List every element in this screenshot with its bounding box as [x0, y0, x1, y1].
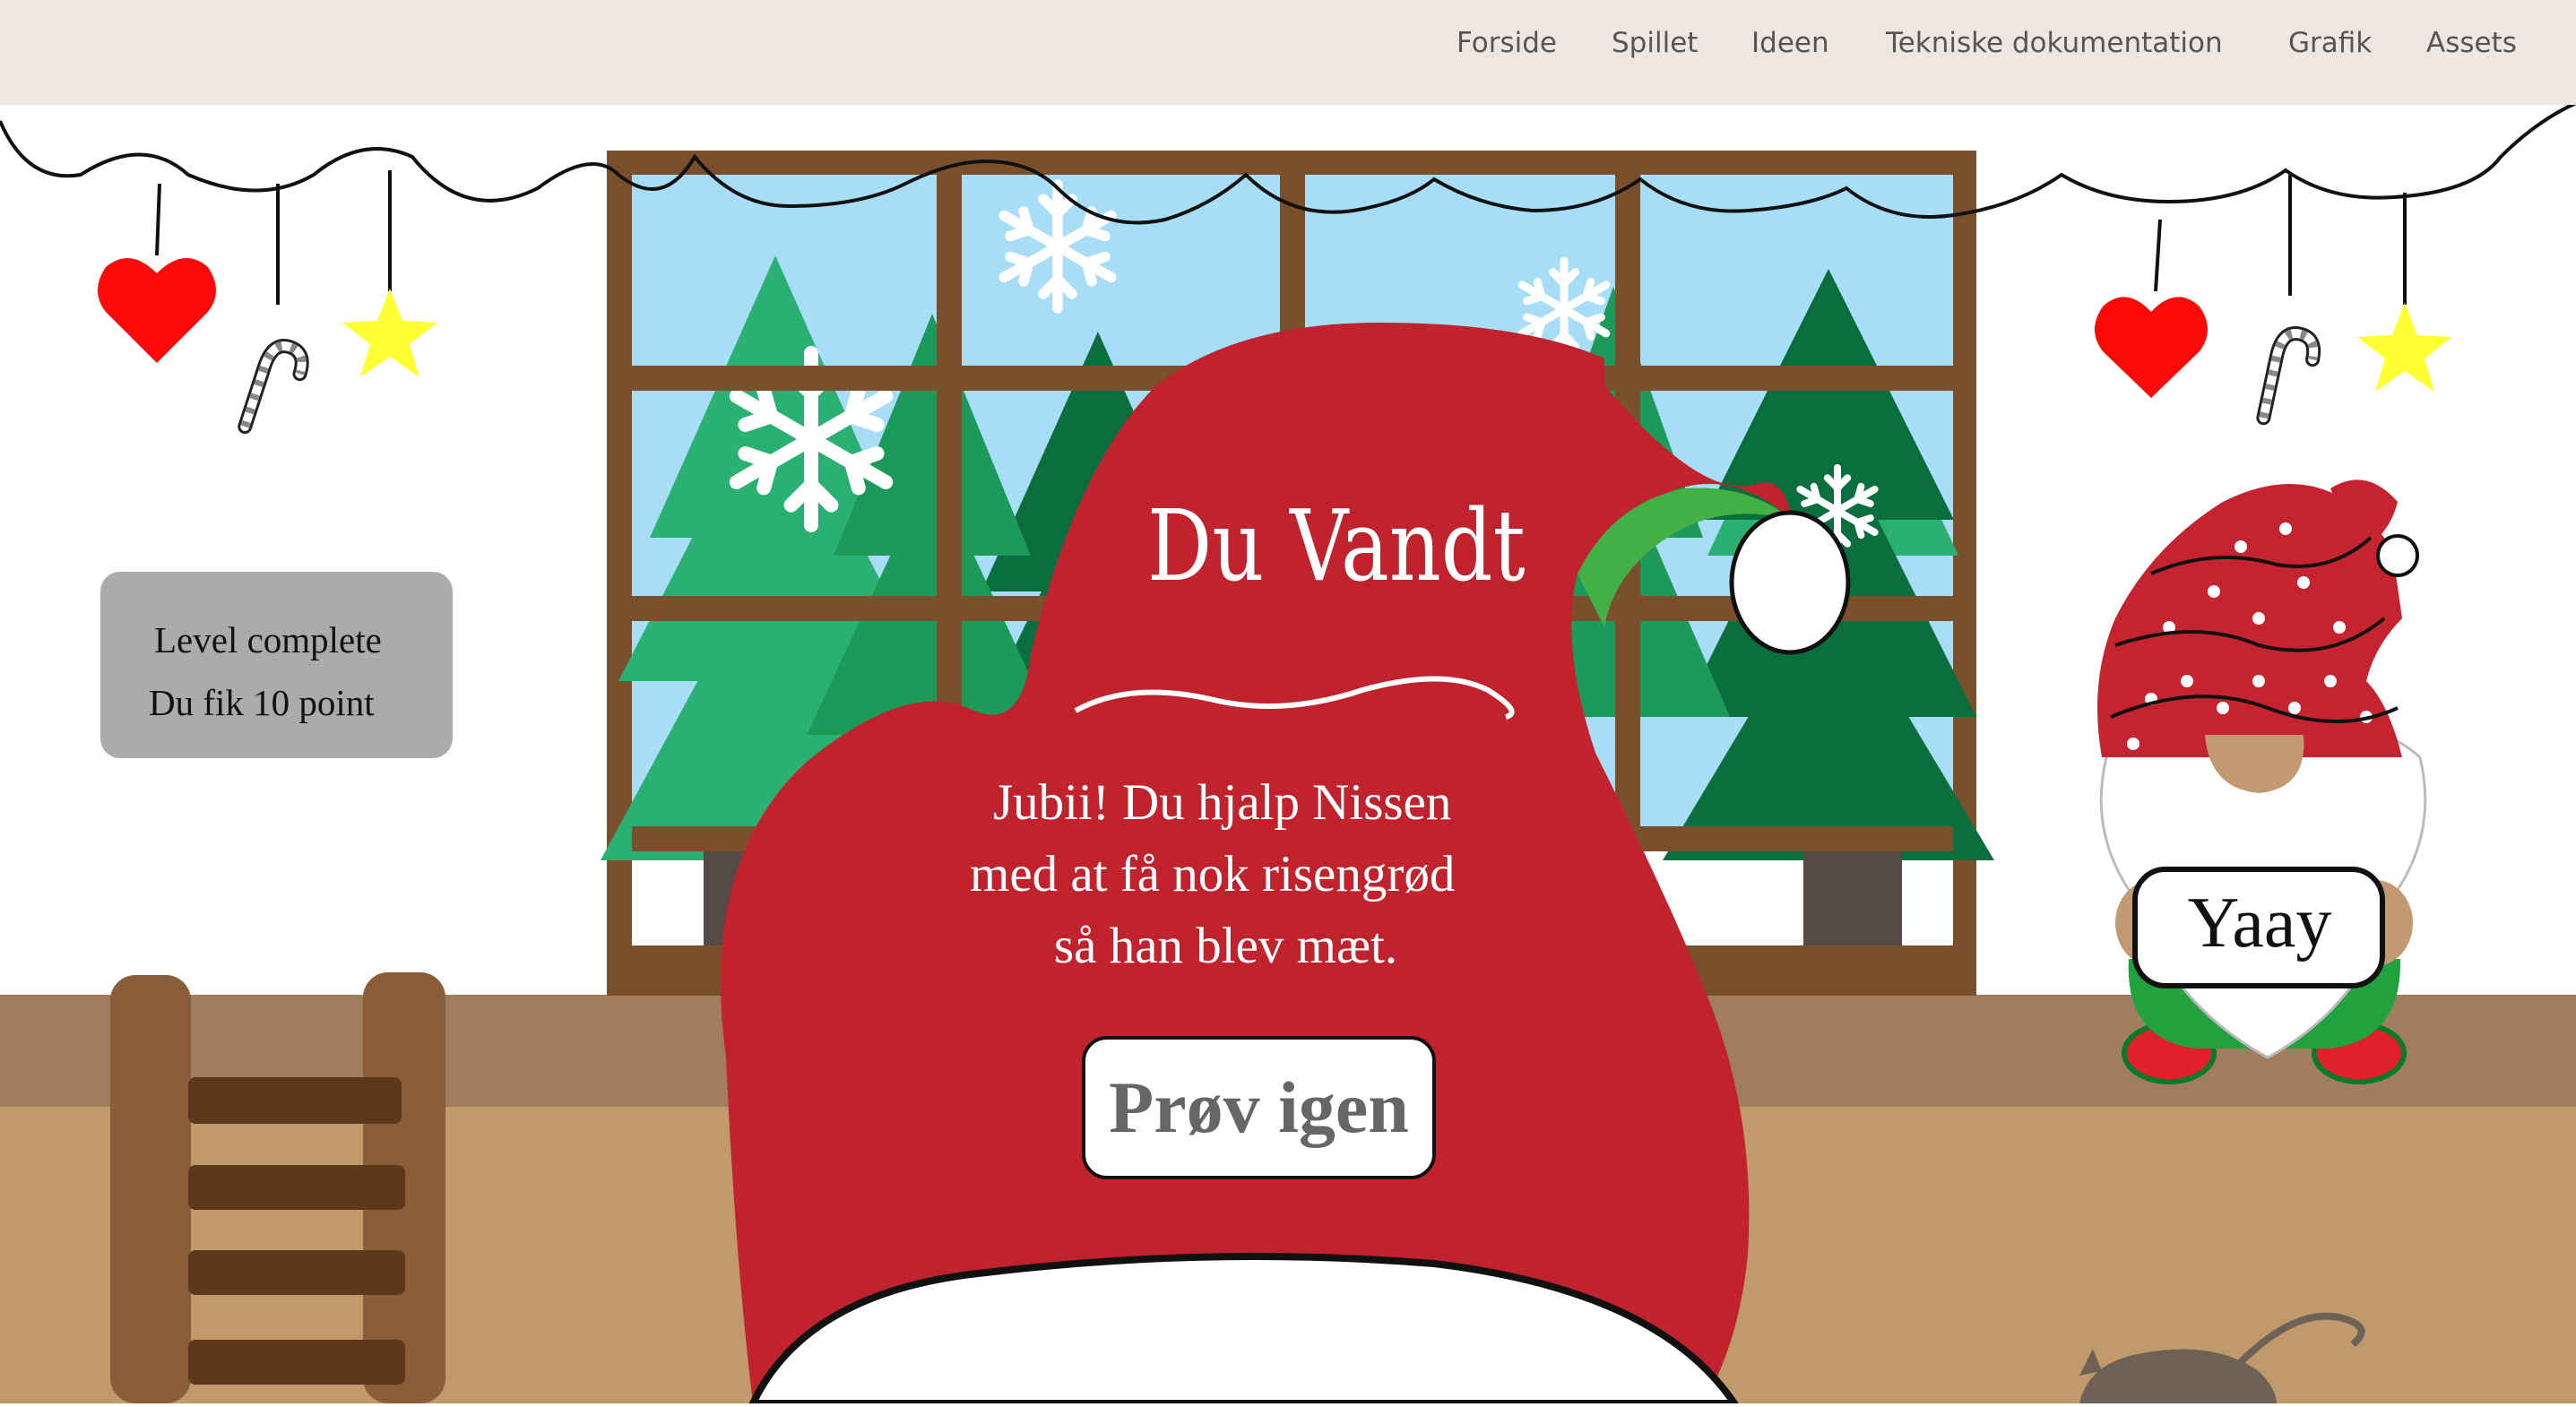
- star-icon: [2357, 303, 2452, 392]
- retry-button[interactable]: Prøv igen: [1082, 1036, 1436, 1179]
- ornaments-left: [98, 170, 437, 437]
- gnome-sign-text: Yaay: [2187, 884, 2332, 962]
- star-icon: [342, 289, 437, 377]
- win-message-line-1: Jubii! Du hjalp Nissen: [993, 774, 1452, 831]
- nav-link-spillet[interactable]: Spillet: [1612, 27, 1698, 59]
- score-panel: Level complete Du fik 10 point: [100, 572, 453, 758]
- ornaments-right: [2095, 175, 2452, 426]
- heart-icon: [2095, 297, 2208, 398]
- candy-cane-icon: [2263, 330, 2317, 425]
- level-status-text: Level complete: [154, 619, 382, 660]
- heart-icon: [98, 258, 216, 363]
- nav-link-grafik[interactable]: Grafik: [2288, 27, 2372, 59]
- gnome: [2097, 479, 2427, 1084]
- nav-link-forside[interactable]: Forside: [1457, 27, 1557, 59]
- candy-cane-icon: [245, 341, 307, 437]
- nav-link-assets[interactable]: Assets: [2426, 27, 2517, 59]
- win-title: Du Vandt: [1147, 488, 1526, 603]
- win-message-line-3: så han blev mæt.: [1054, 918, 1398, 974]
- nav-link-ideen[interactable]: Ideen: [1751, 27, 1829, 59]
- win-message-line-2: med at få nok risengrød: [970, 846, 1456, 902]
- top-nav: Forside Spillet Ideen Tekniske dokumenta…: [0, 0, 2576, 105]
- nav-link-tekniske-dokumentation[interactable]: Tekniske dokumentation: [1886, 27, 2223, 59]
- points-text: Du fik 10 point: [149, 682, 375, 723]
- retry-button-label: Prøv igen: [1109, 1066, 1409, 1148]
